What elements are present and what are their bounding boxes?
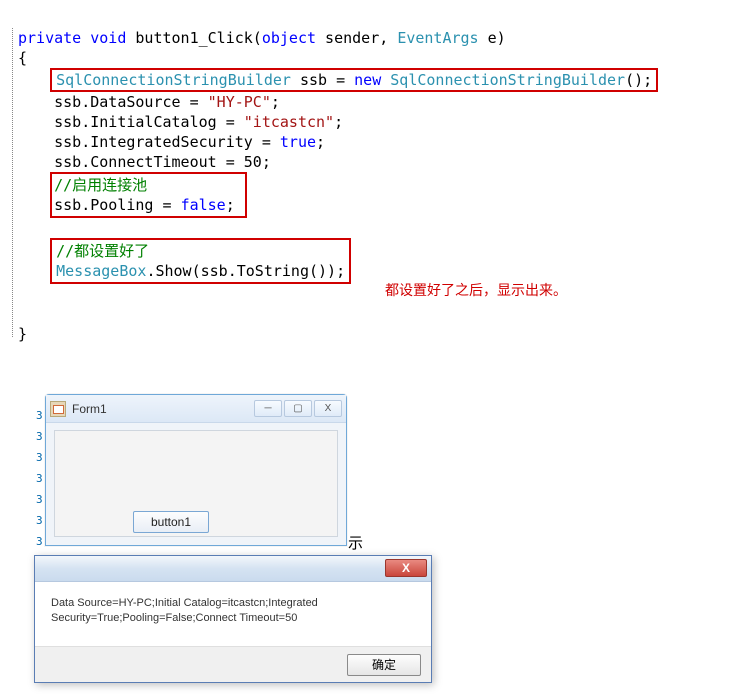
code-outline-guide [12, 28, 13, 337]
highlight-box-2: //启用连接池 ssb.Pooling = false; [50, 172, 247, 218]
highlight-box-3: //都设置好了 MessageBox.Show(ssb.ToString()); [50, 238, 351, 284]
ok-button[interactable]: 确定 [347, 654, 421, 676]
messagebox-window: X Data Source=HY-PC;Initial Catalog=itca… [34, 555, 432, 683]
form1-client-area: button1 [54, 430, 338, 537]
stray-text: 示 [348, 532, 363, 553]
brace-open: { [18, 49, 27, 67]
button1[interactable]: button1 [133, 511, 209, 533]
keyword-void: void [90, 29, 126, 47]
messagebox-titlebar[interactable]: X [35, 556, 431, 582]
brace-close: } [18, 325, 27, 343]
app-icon [50, 401, 66, 417]
keyword-private: private [18, 29, 81, 47]
form1-titlebar[interactable]: Form1 ─ ▢ X [46, 395, 346, 423]
maximize-button[interactable]: ▢ [284, 400, 312, 417]
minimize-button[interactable]: ─ [254, 400, 282, 417]
keyword-object: object [262, 29, 316, 47]
type-eventargs: EventArgs [397, 29, 478, 47]
form1-title: Form1 [72, 402, 252, 416]
method-name: button1_Click( [126, 29, 261, 47]
messagebox-close-button[interactable]: X [385, 559, 427, 577]
code-block: private void button1_Click(object sender… [0, 0, 740, 344]
editor-gutter-markers: 3333333 [36, 405, 43, 552]
close-button[interactable]: X [314, 400, 342, 417]
form1-window: Form1 ─ ▢ X button1 [45, 394, 347, 546]
annotation-text: 都设置好了之后，显示出来。 [385, 280, 567, 300]
highlight-box-1: SqlConnectionStringBuilder ssb = new Sql… [50, 68, 658, 92]
messagebox-footer: 确定 [35, 646, 431, 682]
messagebox-text: Data Source=HY-PC;Initial Catalog=itcast… [35, 582, 431, 632]
